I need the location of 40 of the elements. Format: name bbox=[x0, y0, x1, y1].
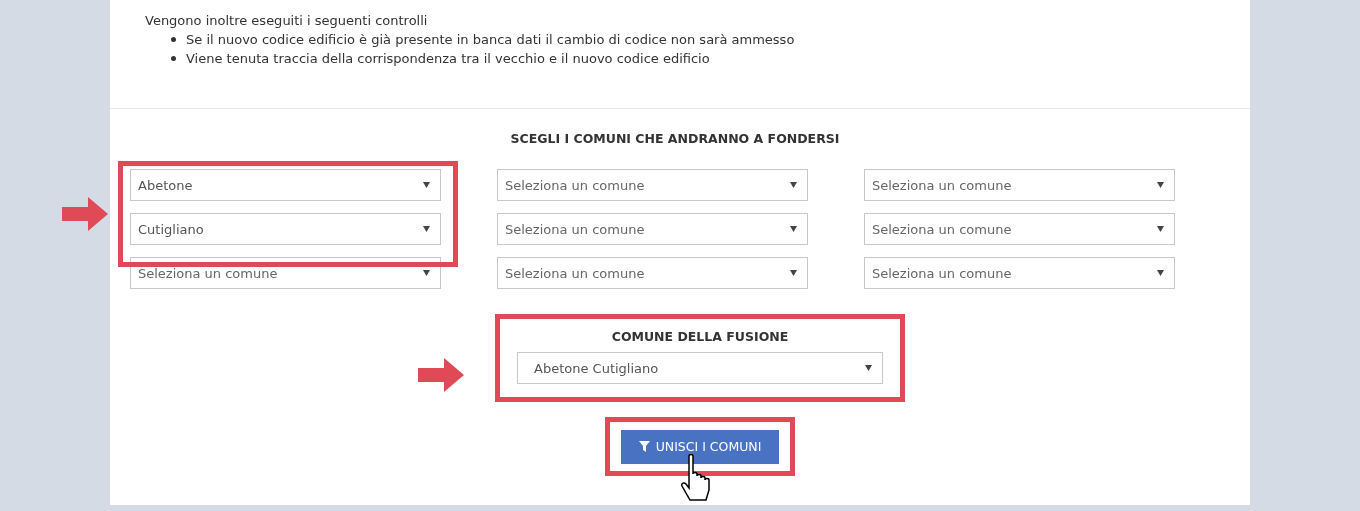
section-title: COMUNE DELLA FUSIONE bbox=[610, 329, 790, 344]
arrow-icon bbox=[418, 358, 464, 392]
dropdown[interactable]: Abetone bbox=[130, 169, 441, 201]
caret-icon bbox=[423, 226, 430, 232]
dropdown[interactable]: Seleziona un comune bbox=[497, 213, 808, 245]
dropdown[interactable]: Seleziona un comune bbox=[497, 257, 808, 289]
dropdown-placeholder: Seleziona un comune bbox=[872, 221, 1012, 237]
bullet-icon bbox=[171, 37, 176, 42]
dropdown[interactable]: Seleziona un comune bbox=[864, 213, 1175, 245]
bullet-item: Viene tenuta traccia della corrispondenza tra il vecchio e il nuovo codice edificio bbox=[186, 50, 710, 68]
caret-icon bbox=[865, 365, 872, 371]
dropdown-value: Cutigliano bbox=[138, 221, 204, 237]
caret-icon bbox=[790, 270, 797, 276]
caret-icon bbox=[1157, 226, 1164, 232]
dropdown[interactable]: Seleziona un comune bbox=[497, 169, 808, 201]
dropdown[interactable]: Seleziona un comune bbox=[864, 169, 1175, 201]
dropdown-placeholder: Seleziona un comune bbox=[138, 265, 278, 281]
caret-icon bbox=[790, 182, 797, 188]
section-title: SCEGLI I COMUNI CHE ANDRANNO A FONDERSI bbox=[509, 131, 841, 146]
dropdown-placeholder: Seleziona un comune bbox=[505, 221, 645, 237]
dropdown-placeholder: Seleziona un comune bbox=[505, 177, 645, 193]
dropdown-value: Abetone bbox=[138, 177, 193, 193]
bullet-item: Se il nuovo codice edificio è già presente in banca dati il cambio di codice non sarà ammesso bbox=[186, 31, 795, 49]
dropdown[interactable]: Seleziona un comune bbox=[864, 257, 1175, 289]
caret-icon bbox=[1157, 270, 1164, 276]
filter-icon bbox=[638, 441, 650, 452]
caret-icon bbox=[790, 226, 797, 232]
bullet-icon bbox=[171, 56, 176, 61]
dropdown-placeholder: Seleziona un comune bbox=[505, 265, 645, 281]
arrow-icon bbox=[62, 197, 108, 231]
dropdown-placeholder: Seleziona un comune bbox=[872, 177, 1012, 193]
merge-button[interactable]: UNISCI I COMUNI bbox=[621, 429, 779, 464]
caret-icon bbox=[423, 182, 430, 188]
caret-icon bbox=[423, 270, 430, 276]
intro-text: Vengono inoltre eseguiti i seguenti controlli bbox=[145, 12, 429, 30]
dropdown-placeholder: Seleziona un comune bbox=[872, 265, 1012, 281]
dropdown[interactable]: Abetone Cutigliano bbox=[517, 352, 883, 384]
dropdown-value: Abetone Cutigliano bbox=[534, 360, 659, 376]
caret-icon bbox=[1157, 182, 1164, 188]
dropdown[interactable]: Cutigliano bbox=[130, 213, 441, 245]
